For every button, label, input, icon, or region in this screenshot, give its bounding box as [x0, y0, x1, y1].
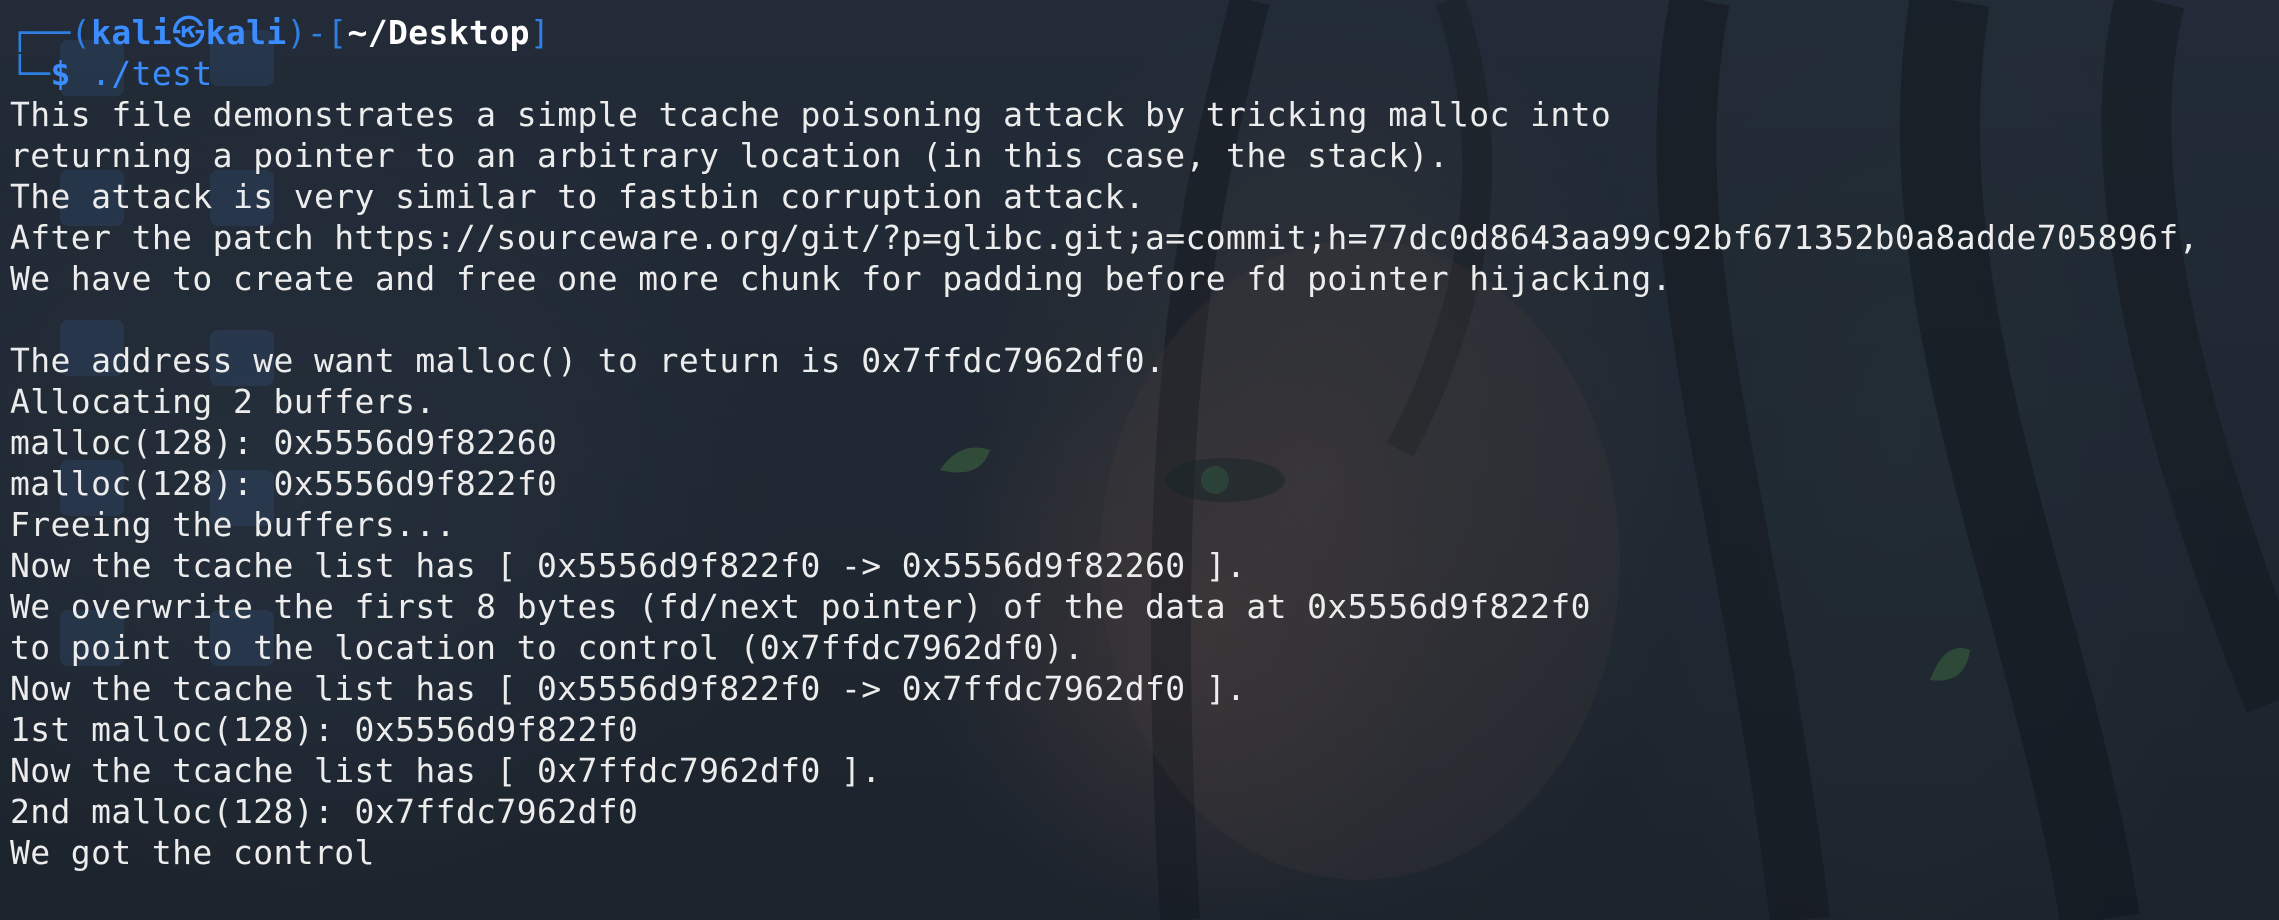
output-line: malloc(128): 0x5556d9f82260: [10, 423, 558, 462]
output-line: We got the control: [10, 833, 375, 872]
output-line: This file demonstrates a simple tcache p…: [10, 95, 1612, 134]
output-line: The address we want malloc() to return i…: [10, 341, 1166, 380]
prompt-line-2: └─$ ./test: [10, 53, 2199, 94]
prompt-user: kali: [91, 13, 173, 52]
output-line: 2nd malloc(128): 0x7ffdc7962df0: [10, 792, 639, 831]
prompt-path: ~/Desktop: [347, 13, 530, 52]
output-line: malloc(128): 0x5556d9f822f0: [10, 464, 558, 503]
output-line: 1st malloc(128): 0x5556d9f822f0: [10, 710, 639, 749]
output-line: The attack is very similar to fastbin co…: [10, 177, 1145, 216]
output-line: Freeing the buffers...: [10, 505, 456, 544]
prompt-host: kali: [205, 13, 287, 52]
output-line: We have to create and free one more chun…: [10, 259, 1672, 298]
output-line: returning a pointer to an arbitrary loca…: [10, 136, 1450, 175]
prompt-frame-close: ]: [529, 13, 551, 52]
prompt-frame-open: ┌──(: [10, 13, 92, 52]
prompt-command: ./test: [70, 54, 213, 93]
prompt-line-1: ┌──(kali㉿kali)-[~/Desktop]: [10, 12, 2199, 53]
prompt-at-icon: ㉿: [172, 13, 206, 52]
prompt-dollar: $: [50, 54, 71, 93]
output-line: Now the tcache list has [ 0x5556d9f822f0…: [10, 669, 1247, 708]
prompt-frame-mid: )-[: [286, 13, 348, 52]
output-line: to point to the location to control (0x7…: [10, 628, 1085, 667]
output-line: Now the tcache list has [ 0x7ffdc7962df0…: [10, 751, 882, 790]
terminal-window[interactable]: ┌──(kali㉿kali)-[~/Desktop] └─$ ./test Th…: [0, 0, 2279, 920]
output-line: After the patch https://sourceware.org/g…: [10, 218, 2199, 257]
prompt-second-prefix: └─: [10, 54, 51, 93]
output-line: We overwrite the first 8 bytes (fd/next …: [10, 587, 1591, 626]
terminal-output: ┌──(kali㉿kali)-[~/Desktop] └─$ ./test Th…: [10, 12, 2199, 873]
output-line: Allocating 2 buffers.: [10, 382, 436, 421]
output-line: Now the tcache list has [ 0x5556d9f822f0…: [10, 546, 1247, 585]
